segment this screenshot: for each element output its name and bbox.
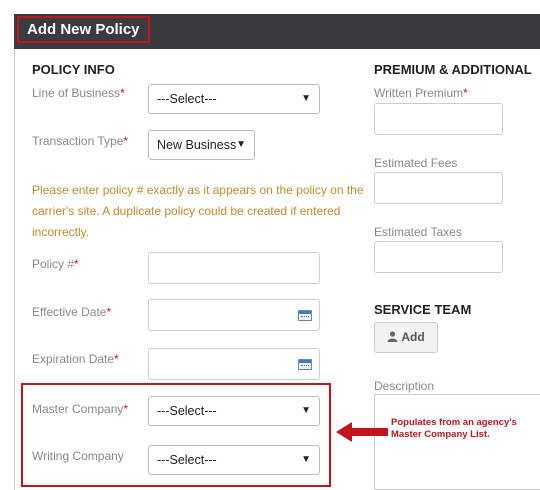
effective-date-label: Effective Date*: [32, 305, 112, 319]
policy-info-heading: POLICY INFO: [32, 62, 115, 77]
transaction-type-select[interactable]: New Business ▼: [148, 130, 255, 160]
transaction-type-label: Transaction Type*: [32, 134, 129, 148]
policy-number-label: Policy #*: [32, 257, 79, 271]
person-icon: [387, 331, 398, 342]
annotation-note: Populates from an agency's Master Compan…: [391, 417, 517, 440]
expiration-date-label: Expiration Date*: [32, 352, 119, 366]
estimated-fees-label: Estimated Fees: [374, 156, 458, 170]
calendar-icon[interactable]: [298, 359, 312, 370]
effective-date-input[interactable]: [148, 299, 320, 331]
policy-number-warning: Please enter policy # exactly as it appe…: [32, 183, 364, 239]
line-of-business-label: Line of Business*: [32, 86, 125, 100]
callout-arrow-icon: [336, 422, 388, 442]
policy-number-input[interactable]: [148, 252, 320, 284]
estimated-taxes-input[interactable]: [374, 241, 503, 273]
expiration-date-input[interactable]: [148, 348, 320, 380]
dropdown-arrow-icon: ▼: [236, 139, 246, 150]
premium-heading: PREMIUM & ADDITIONAL: [374, 62, 532, 77]
service-team-heading: SERVICE TEAM: [374, 302, 472, 317]
page-title: Add New Policy: [17, 16, 150, 43]
add-service-team-button[interactable]: Add: [374, 322, 438, 353]
master-company-highlight: [21, 383, 331, 487]
line-of-business-select[interactable]: ---Select--- ▼: [148, 84, 320, 114]
estimated-fees-input[interactable]: [374, 172, 503, 204]
estimated-taxes-label: Estimated Taxes: [374, 225, 462, 239]
calendar-icon[interactable]: [298, 310, 312, 321]
written-premium-input[interactable]: [374, 103, 503, 135]
written-premium-label: Written Premium*: [374, 86, 468, 100]
dropdown-arrow-icon: ▼: [301, 93, 311, 104]
description-textarea[interactable]: [374, 394, 540, 490]
description-label: Description: [374, 379, 435, 393]
